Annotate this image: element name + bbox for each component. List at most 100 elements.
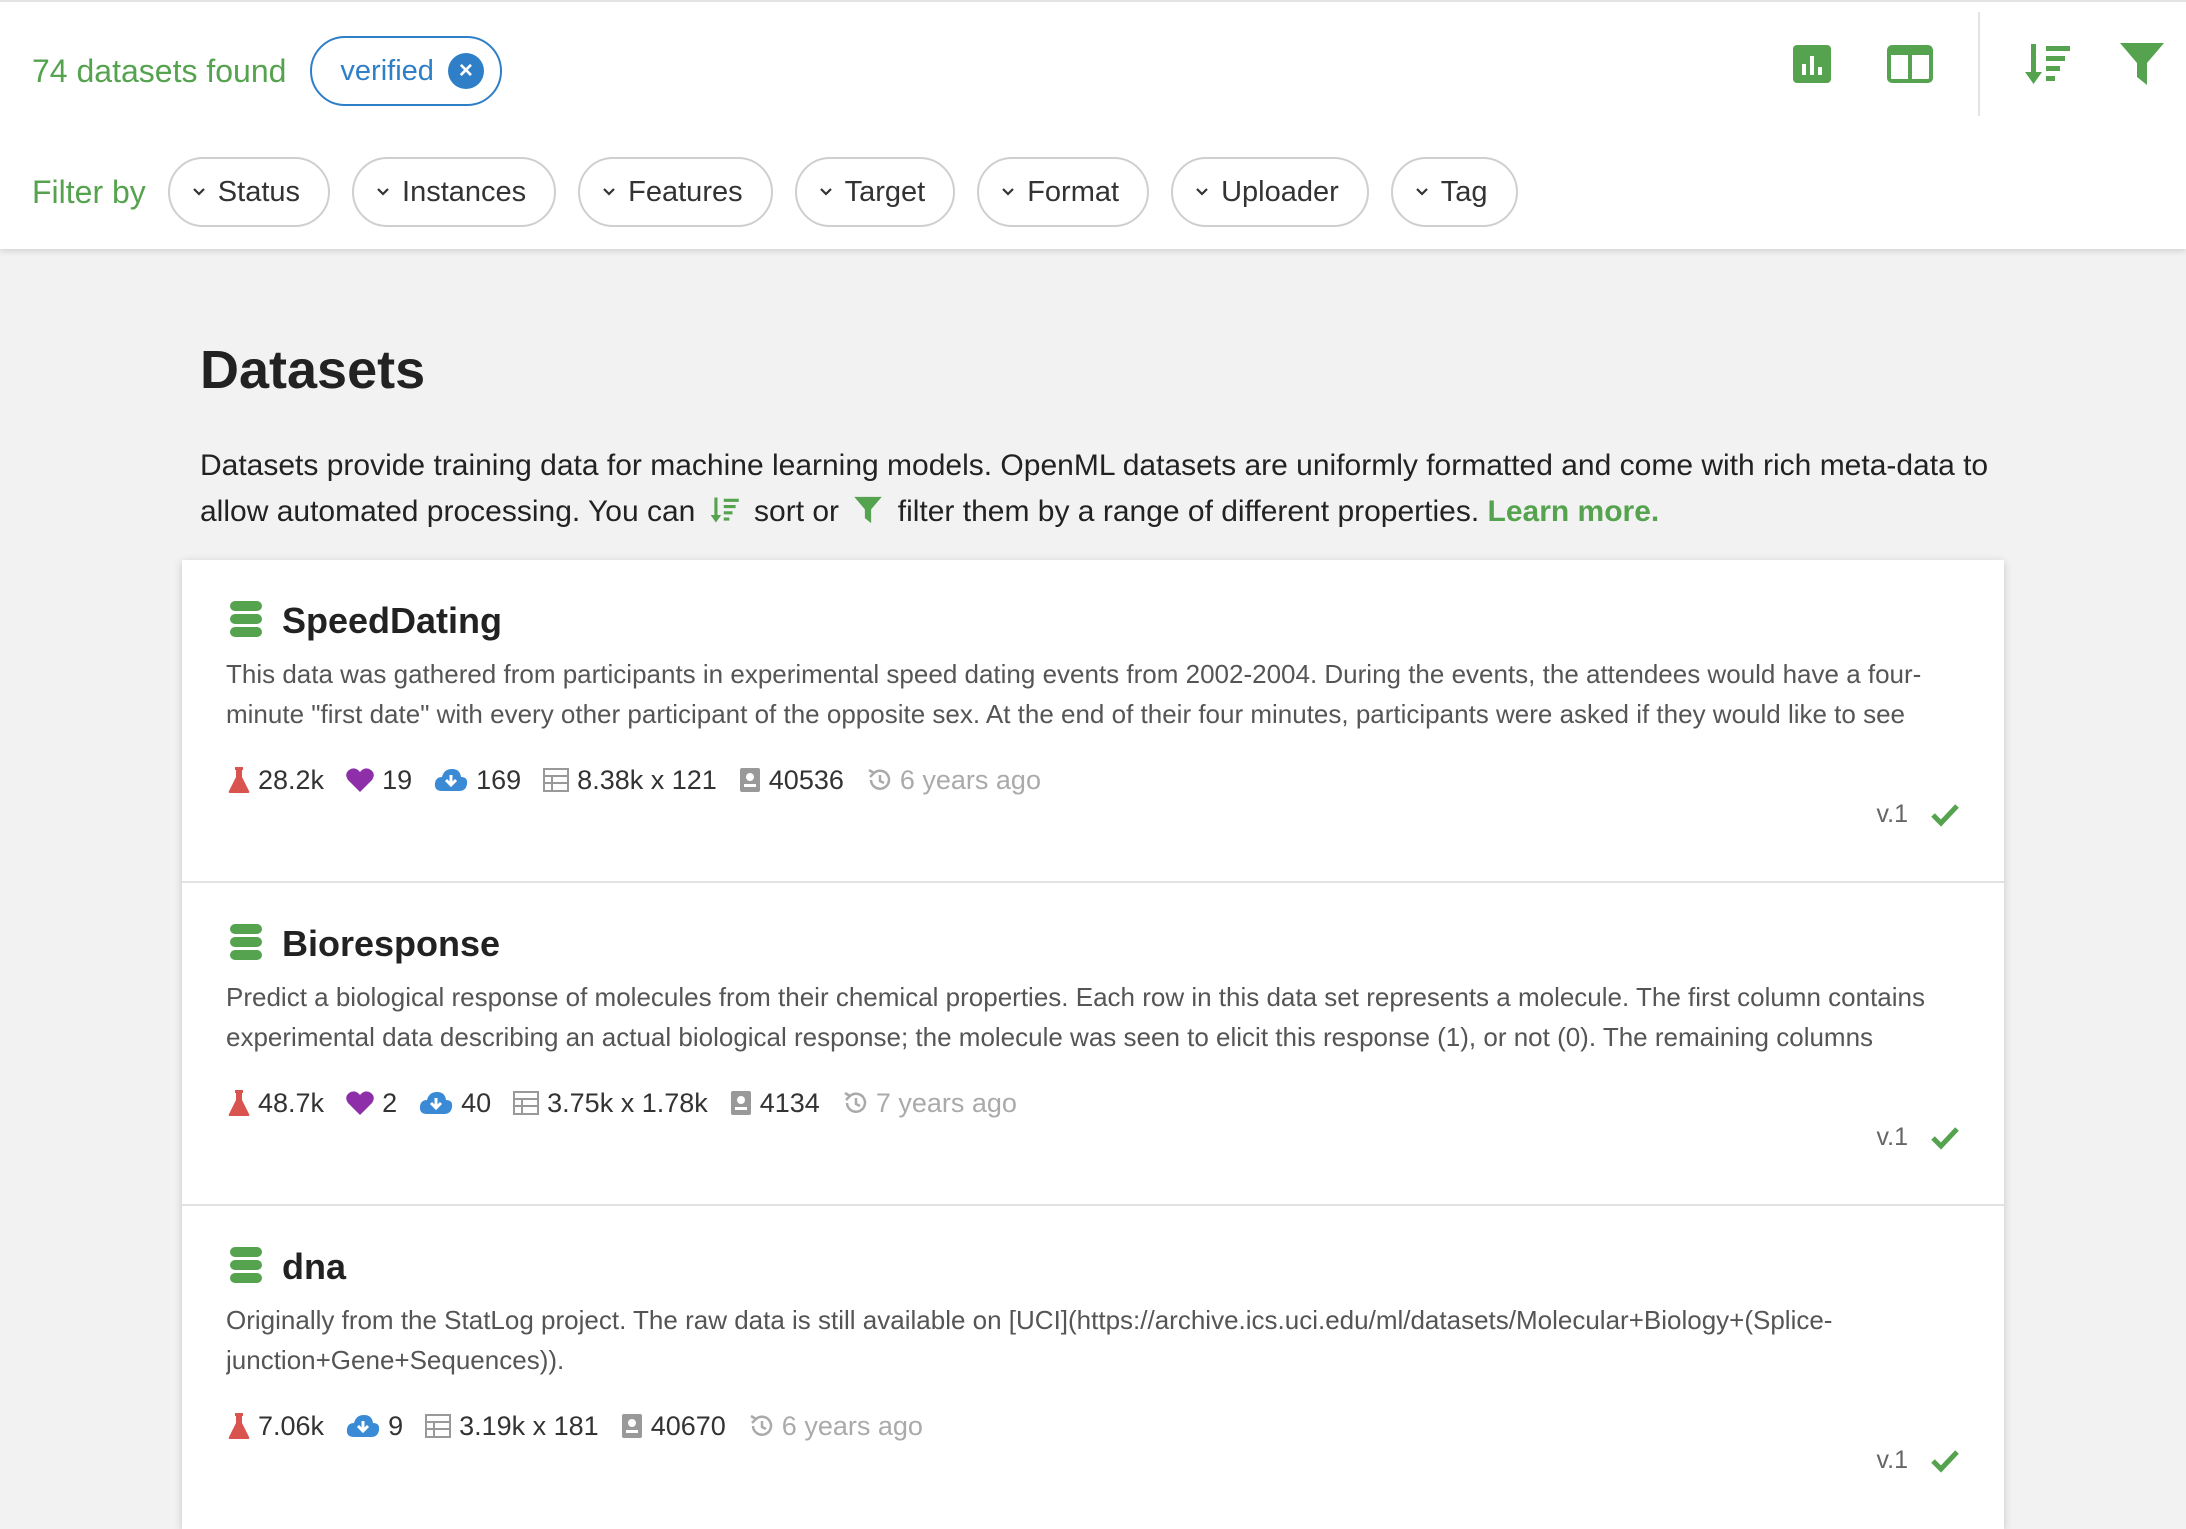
cloud-download-icon	[346, 1415, 380, 1437]
filter-tag[interactable]: Tag	[1390, 157, 1518, 227]
flask-icon	[228, 1413, 250, 1439]
version-label: v.1	[1876, 1123, 1909, 1151]
version-info: v.1	[1877, 1446, 1961, 1475]
chevron-down-icon	[602, 187, 616, 197]
dataset-card[interactable]: Bioresponse Predict a biological respons…	[182, 883, 2004, 1206]
dataset-id: 40536	[768, 764, 844, 795]
filter-icon	[853, 493, 883, 539]
filter-target-label: Target	[844, 175, 926, 208]
dataset-card[interactable]: SpeedDating This data was gathered from …	[182, 560, 2004, 883]
filter-features[interactable]: Features	[578, 157, 773, 227]
cloud-download-icon	[434, 769, 468, 791]
size-value: 3.19k x 181	[459, 1410, 599, 1441]
likes-count: 19	[382, 764, 413, 795]
filter-instances[interactable]: Instances	[352, 157, 557, 227]
filter-tag-label: Tag	[1440, 175, 1488, 208]
downloads-count: 169	[476, 764, 522, 795]
id-badge-icon	[621, 1414, 642, 1438]
dataset-title[interactable]: dna	[282, 1246, 346, 1288]
chevron-down-icon	[819, 187, 833, 197]
chevron-down-icon	[1195, 187, 1209, 197]
active-filter-label: verified	[340, 54, 434, 87]
chart-icon[interactable]	[1782, 34, 1842, 94]
likes-stat: 19	[346, 765, 412, 796]
likes-count: 2	[382, 1087, 398, 1118]
filter-format-label: Format	[1027, 175, 1120, 208]
filter-uploader-label: Uploader	[1221, 175, 1339, 208]
dataset-id: 40670	[650, 1410, 726, 1441]
filter-uploader[interactable]: Uploader	[1171, 157, 1369, 227]
chevron-down-icon	[1001, 187, 1015, 197]
results-row: 74 datasets found verified ×	[32, 35, 502, 107]
version-label: v.1	[1876, 800, 1909, 828]
dataset-title[interactable]: SpeedDating	[282, 600, 502, 642]
dataset-age: 6 years ago	[899, 764, 1041, 795]
dataset-title[interactable]: Bioresponse	[282, 923, 500, 965]
likes-stat: 2	[346, 1088, 397, 1119]
size-value: 3.75k x 1.78k	[547, 1087, 708, 1118]
id-badge-icon	[730, 1091, 751, 1115]
history-icon	[750, 1414, 772, 1436]
filter-format[interactable]: Format	[977, 157, 1150, 227]
database-icon	[230, 923, 262, 965]
history-icon	[868, 768, 891, 790]
chevron-down-icon	[192, 187, 206, 197]
runs-stat: 7.06k	[228, 1411, 324, 1442]
dataset-card[interactable]: dna Originally from the StatLog project.…	[182, 1206, 2004, 1529]
sort-icon	[710, 493, 740, 539]
table-icon	[425, 1414, 452, 1438]
main-content: Datasets Datasets provide training data …	[200, 249, 2000, 539]
id-stat: 4134	[730, 1088, 820, 1119]
check-icon	[1931, 1449, 1959, 1473]
size-value: 8.38k x 121	[577, 764, 717, 795]
intro-sort-text: sort or	[754, 495, 840, 528]
page-title: Datasets	[200, 340, 426, 400]
sort-icon[interactable]	[2018, 34, 2078, 94]
dataset-age: 6 years ago	[781, 1410, 923, 1441]
dataset-header: Bioresponse	[230, 923, 500, 965]
age-stat: 7 years ago	[842, 1088, 1017, 1119]
intro-text: Datasets provide training data for machi…	[200, 443, 1990, 539]
flask-icon	[228, 1090, 250, 1116]
dataset-stats: 48.7k 2 40 3.75k x 1.78k 4134 7 years ag…	[228, 1083, 1039, 1123]
dataset-stats: 28.2k 19 169 8.38k x 121 40536 6 years a…	[228, 760, 1063, 800]
close-circle-icon[interactable]: ×	[447, 53, 484, 89]
heart-icon	[346, 1091, 374, 1115]
dataset-description: This data was gathered from participants…	[226, 659, 1922, 729]
size-stat: 3.75k x 1.78k	[513, 1088, 708, 1119]
age-stat: 6 years ago	[866, 765, 1041, 796]
filter-target[interactable]: Target	[794, 157, 956, 227]
table-icon[interactable]	[1880, 34, 1940, 94]
filter-icon[interactable]	[2112, 34, 2172, 94]
version-info: v.1	[1877, 800, 1961, 829]
table-icon	[513, 1091, 540, 1115]
flask-icon	[228, 767, 250, 793]
filter-status[interactable]: Status	[167, 157, 331, 227]
database-icon	[230, 600, 262, 642]
filter-status-label: Status	[217, 175, 301, 208]
id-stat: 40670	[621, 1411, 726, 1442]
filter-row: Filter by Status Instances Features Targ…	[32, 156, 1540, 228]
chevron-down-icon	[1415, 187, 1429, 197]
runs-stat: 28.2k	[228, 765, 324, 796]
intro-filter-text: filter them by a range of different prop…	[897, 495, 1480, 528]
cloud-download-icon	[419, 1092, 453, 1114]
runs-count: 28.2k	[258, 764, 325, 795]
history-icon	[844, 1091, 866, 1113]
top-toolbar: 74 datasets found verified × Filter by S…	[0, 0, 2186, 249]
dataset-stats: 7.06k 9 3.19k x 181 40670 6 years ago	[228, 1406, 945, 1446]
runs-stat: 48.7k	[228, 1088, 324, 1119]
dataset-header: SpeedDating	[230, 600, 502, 642]
dataset-id: 4134	[759, 1087, 820, 1118]
downloads-stat: 9	[346, 1411, 403, 1442]
check-icon	[1931, 803, 1959, 827]
results-count: 74 datasets found	[32, 52, 287, 89]
filter-instances-label: Instances	[402, 175, 527, 208]
toolbar-divider	[1978, 12, 1980, 116]
dataset-header: dna	[230, 1246, 346, 1288]
dataset-age: 7 years ago	[875, 1087, 1017, 1118]
heart-icon	[346, 768, 374, 792]
active-filter-chip[interactable]: verified ×	[310, 36, 502, 106]
filter-by-label: Filter by	[32, 173, 146, 210]
learn-more-link[interactable]: Learn more.	[1488, 495, 1660, 528]
